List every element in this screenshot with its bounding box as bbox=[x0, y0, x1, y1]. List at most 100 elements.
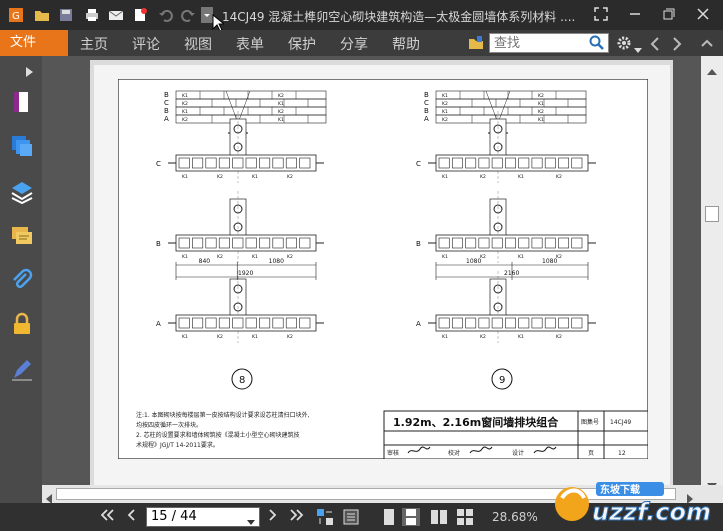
dimension-total: 2160 bbox=[504, 270, 519, 277]
document-view[interactable]: BK1K2CK2K1BK1K2AK2K1立面CK1K2K1K2BK1K2K1K2… bbox=[42, 56, 701, 485]
close-button[interactable] bbox=[692, 4, 714, 24]
ribbon-collapse-icon[interactable] bbox=[700, 36, 714, 55]
watermark-cn-text: 东坡下载 bbox=[600, 483, 640, 496]
pdf-reader-window: G 14CJ49 混凝土榫卯空心砌块建筑构造—太极金圆墙体系列材料 .... 文… bbox=[0, 0, 723, 531]
menu-help[interactable]: 帮助 bbox=[392, 34, 420, 54]
search-box bbox=[489, 33, 609, 53]
comments-icon[interactable] bbox=[10, 224, 34, 248]
design-label: 设计 bbox=[512, 449, 524, 457]
menu-protect[interactable]: 保护 bbox=[288, 34, 316, 54]
stack-pages-icon[interactable] bbox=[10, 180, 34, 205]
detail-number: 9 bbox=[499, 375, 505, 386]
page-number-input[interactable]: 15 / 44 bbox=[146, 507, 260, 527]
axis-label-b: B bbox=[416, 240, 421, 248]
layers-icon[interactable] bbox=[10, 134, 34, 158]
first-page-button[interactable] bbox=[98, 508, 116, 526]
minimize-button[interactable] bbox=[624, 4, 646, 24]
window-title: 14CJ49 混凝土榫卯空心砌块建筑构造—太极金圆墙体系列材料 .... bbox=[222, 10, 576, 24]
zoom-level[interactable]: 28.68% bbox=[492, 510, 538, 524]
block-label: K1 bbox=[182, 254, 188, 260]
block-label: K1 bbox=[182, 109, 188, 115]
next-page-button[interactable] bbox=[264, 508, 282, 526]
title-bar: G 14CJ49 混凝土榫卯空心砌块建筑构造—太极金圆墙体系列材料 .... bbox=[0, 0, 723, 32]
app-logo-icon[interactable]: G bbox=[8, 7, 24, 23]
construction-drawing: BK1K2CK2K1BK1K2AK2K1立面CK1K2K1K2BK1K2K1K2… bbox=[118, 79, 648, 459]
block-label: K1 bbox=[278, 117, 284, 123]
wall-row bbox=[435, 314, 589, 332]
continuous-facing-view-icon[interactable] bbox=[456, 508, 474, 526]
block-label: K1 bbox=[442, 334, 448, 340]
search-input[interactable] bbox=[494, 35, 586, 51]
block-label: K1 bbox=[442, 93, 448, 99]
continuous-view-icon[interactable] bbox=[402, 508, 420, 526]
dimension-total: 1920 bbox=[238, 270, 253, 277]
block-label: K2 bbox=[287, 174, 293, 180]
menu-view[interactable]: 视图 bbox=[184, 34, 212, 54]
axis-label-a: A bbox=[416, 320, 421, 328]
block-label: K2 bbox=[480, 174, 486, 180]
menu-file-tab[interactable]: 文件 bbox=[0, 30, 68, 56]
block-label: K1 bbox=[442, 254, 448, 260]
block-label: K1 bbox=[182, 93, 188, 99]
redo-icon[interactable] bbox=[180, 7, 196, 23]
panel-expand-icon[interactable] bbox=[26, 62, 34, 81]
block-label: K1 bbox=[252, 254, 258, 260]
row-label-c: C bbox=[424, 99, 429, 107]
restore-button[interactable] bbox=[658, 4, 680, 24]
row-label-a: A bbox=[424, 115, 429, 123]
check-label: 校对 bbox=[448, 449, 460, 457]
email-icon[interactable] bbox=[108, 7, 124, 23]
block-label: K2 bbox=[287, 254, 293, 260]
page-thumbnails-icon[interactable] bbox=[10, 90, 34, 114]
open-folder-icon[interactable] bbox=[34, 7, 50, 23]
attachment-icon[interactable] bbox=[10, 268, 34, 292]
atlas-label: 图集号 bbox=[581, 418, 599, 426]
row-label-b: B bbox=[164, 107, 169, 115]
signature-pen-icon[interactable] bbox=[10, 358, 34, 382]
fullscreen-icon[interactable] bbox=[590, 4, 612, 24]
block-label: K2 bbox=[182, 117, 188, 123]
note-line-4: 术规程》JGJ/T 14-2011要求。 bbox=[136, 441, 219, 449]
settings-gear-icon[interactable] bbox=[616, 35, 632, 55]
block-label: K2 bbox=[442, 117, 448, 123]
bookmark-folder-icon[interactable] bbox=[468, 35, 484, 55]
block-label: K2 bbox=[217, 174, 223, 180]
menu-share[interactable]: 分享 bbox=[340, 34, 368, 54]
security-lock-icon[interactable] bbox=[10, 312, 34, 336]
row-label-b: B bbox=[424, 91, 429, 99]
previous-page-button[interactable] bbox=[122, 508, 140, 526]
ribbon-menu-bar: 文件 主页 评论 视图 表单 保护 分享 帮助 bbox=[0, 30, 723, 56]
page-dropdown-icon[interactable] bbox=[247, 514, 255, 531]
row-label-c: C bbox=[164, 99, 169, 107]
undo-icon[interactable] bbox=[158, 7, 174, 23]
vertical-scrollbar[interactable] bbox=[701, 56, 723, 489]
ribbon-scroll-left-icon[interactable] bbox=[650, 36, 660, 55]
menu-comment[interactable]: 评论 bbox=[132, 34, 160, 54]
new-document-icon[interactable] bbox=[132, 7, 148, 23]
block-label: K1 bbox=[182, 334, 188, 340]
reflow-icon[interactable] bbox=[342, 508, 360, 526]
page-layout-icon[interactable] bbox=[316, 508, 334, 526]
vertical-scroll-thumb[interactable] bbox=[705, 206, 719, 222]
block-label: K1 bbox=[252, 334, 258, 340]
ribbon-scroll-right-icon[interactable] bbox=[672, 36, 682, 55]
facing-view-icon[interactable] bbox=[430, 508, 448, 526]
watermark-text: uzzf.com bbox=[592, 498, 711, 526]
print-icon[interactable] bbox=[84, 7, 100, 23]
drawing-border bbox=[118, 79, 648, 459]
save-icon[interactable] bbox=[58, 7, 74, 23]
menu-form[interactable]: 表单 bbox=[236, 34, 264, 54]
axis-label-b: B bbox=[156, 240, 161, 248]
last-page-button[interactable] bbox=[288, 508, 306, 526]
block-label: K2 bbox=[182, 101, 188, 107]
block-label: K1 bbox=[518, 254, 524, 260]
note-line-3: 2. 芯柱的设置要求和墙体砌筑按《混凝土小型空心砌块建筑技 bbox=[136, 431, 300, 439]
row-label-a: A bbox=[164, 115, 169, 123]
search-icon[interactable] bbox=[589, 35, 605, 55]
menu-home[interactable]: 主页 bbox=[80, 34, 108, 54]
row-label-b: B bbox=[424, 107, 429, 115]
block-label: K1 bbox=[538, 117, 544, 123]
single-page-view-icon[interactable] bbox=[380, 508, 398, 526]
scroll-up-arrow-icon[interactable] bbox=[707, 60, 717, 79]
block-label: K1 bbox=[442, 109, 448, 115]
